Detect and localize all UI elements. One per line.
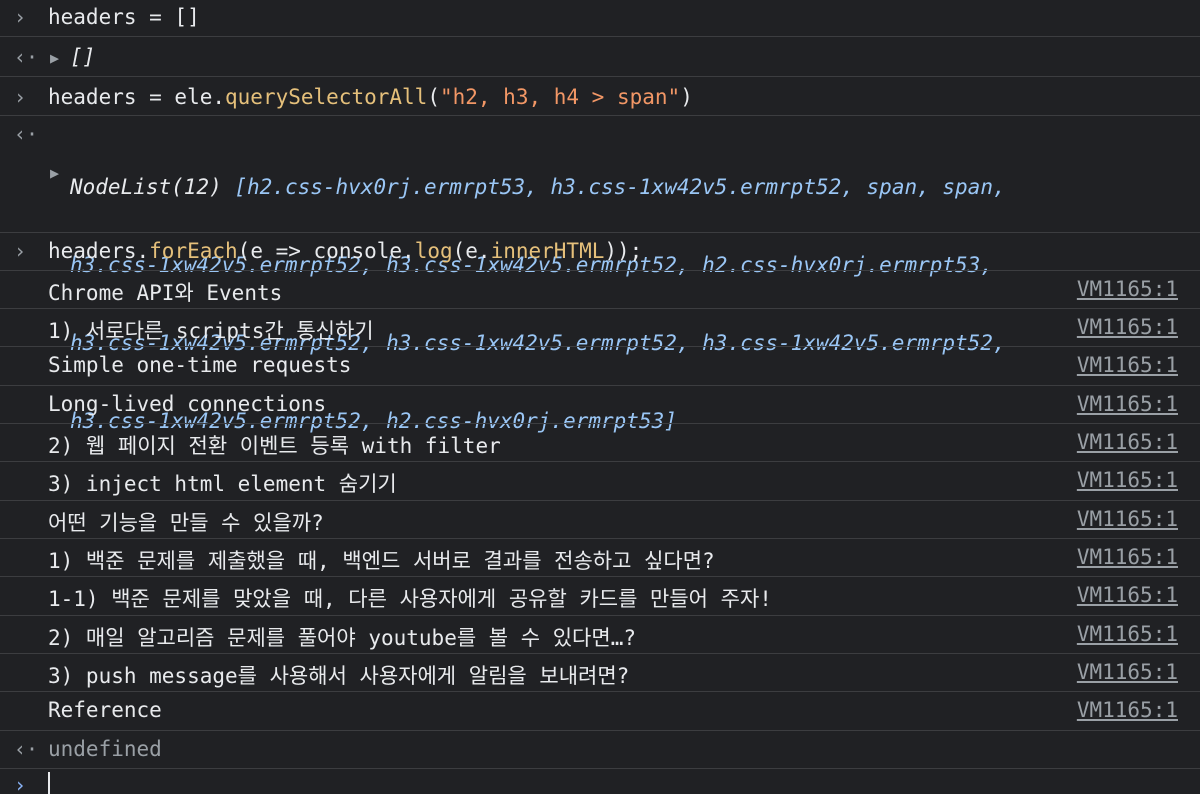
log-row: Chrome API와 Events VM1165:1: [0, 271, 1200, 309]
result-value[interactable]: []: [70, 45, 95, 69]
log-message: 1) 서로다른 scripts간 통신하기: [48, 319, 374, 343]
log-row: 2) 매일 알고리즘 문제를 풀어야 youtube를 볼 수 있다면…? VM…: [0, 616, 1200, 654]
log-source-link[interactable]: VM1165:1: [1077, 660, 1178, 684]
log-row: 2) 웹 페이지 전환 이벤트 등록 with filter VM1165:1: [0, 424, 1200, 462]
log-source-link[interactable]: VM1165:1: [1077, 545, 1178, 569]
input-prompt-icon: ›: [14, 85, 27, 109]
log-row: 3) push message를 사용해서 사용자에게 알림을 보내려면? VM…: [0, 654, 1200, 692]
log-message: 어떤 기능을 만들 수 있을까?: [48, 511, 324, 535]
console-input-row: › headers.forEach(e => console.log(e.inn…: [0, 233, 1200, 271]
log-message: 1) 백준 문제를 제출했을 때, 백엔드 서버로 결과를 전송하고 싶다면?: [48, 549, 715, 573]
nodelist-label: NodeList(12): [70, 175, 235, 199]
code-token: (: [427, 85, 440, 109]
result-arrow-icon: ‹·: [14, 45, 39, 69]
property-token: innerHTML: [490, 239, 605, 263]
log-source-link[interactable]: VM1165:1: [1077, 277, 1178, 301]
expand-triangle-icon[interactable]: ▶: [50, 164, 59, 182]
log-message: Chrome API와 Events: [48, 281, 283, 305]
log-source-link[interactable]: VM1165:1: [1077, 353, 1178, 377]
code-token: ));: [604, 239, 643, 263]
log-message: Reference: [48, 698, 162, 722]
input-prompt-icon: ›: [14, 773, 27, 794]
code-token: (e => console.: [237, 239, 415, 263]
log-source-link[interactable]: VM1165:1: [1077, 392, 1178, 416]
log-row: 1) 백준 문제를 제출했을 때, 백엔드 서버로 결과를 전송하고 싶다면? …: [0, 539, 1200, 577]
log-message: Long-lived connections: [48, 392, 327, 416]
console-input-row: › headers = []: [0, 0, 1200, 37]
log-source-link[interactable]: VM1165:1: [1077, 583, 1178, 607]
log-message: 2) 웹 페이지 전환 이벤트 등록 with filter: [48, 434, 501, 458]
console-command[interactable]: headers = []: [48, 5, 200, 29]
method-token: forEach: [149, 239, 238, 263]
log-source-link[interactable]: VM1165:1: [1077, 698, 1178, 722]
console-prompt-row: ›: [0, 769, 1200, 794]
log-message: Simple one-time requests: [48, 353, 352, 377]
log-source-link[interactable]: VM1165:1: [1077, 468, 1178, 492]
code-token: ): [680, 85, 693, 109]
console-result-row: ‹· ▶ []: [0, 37, 1200, 77]
text-caret: [48, 772, 50, 794]
log-source-link[interactable]: VM1165:1: [1077, 622, 1178, 646]
log-row: 어떤 기능을 만들 수 있을까? VM1165:1: [0, 501, 1200, 539]
log-row: 1-1) 백준 문제를 맞았을 때, 다른 사용자에게 공유할 카드를 만들어 …: [0, 577, 1200, 616]
code-token: headers = ele.: [48, 85, 226, 109]
log-message: 3) push message를 사용해서 사용자에게 알림을 보내려면?: [48, 664, 630, 688]
result-arrow-icon: ‹·: [14, 737, 39, 761]
log-row: 3) inject html element 숨기기 VM1165:1: [0, 462, 1200, 501]
result-arrow-icon: ‹·: [14, 122, 39, 146]
log-row: Reference VM1165:1: [0, 692, 1200, 731]
devtools-console: › headers = [] ‹· ▶ [] › headers = ele.q…: [0, 0, 1200, 794]
method-token: log: [414, 239, 453, 263]
log-row: Long-lived connections VM1165:1: [0, 386, 1200, 424]
console-input[interactable]: [48, 771, 50, 794]
console-result-row: ‹· undefined: [0, 731, 1200, 769]
nodelist-result-row: ‹· ▶ NodeList(12) [h2.css-hvx0rj.ermrpt5…: [0, 116, 1200, 433]
console-command[interactable]: headers.forEach(e => console.log(e.inner…: [48, 239, 642, 263]
console-command[interactable]: headers = ele.querySelectorAll("h2, h3, …: [48, 85, 693, 109]
result-value: undefined: [48, 737, 162, 761]
method-token: querySelectorAll: [225, 85, 428, 109]
log-source-link[interactable]: VM1165:1: [1077, 430, 1178, 454]
log-source-link[interactable]: VM1165:1: [1077, 507, 1178, 531]
string-token: "h2, h3, h4 > span": [439, 85, 681, 109]
code-token: headers.: [48, 239, 150, 263]
input-prompt-icon: ›: [14, 5, 27, 29]
log-message: 1-1) 백준 문제를 맞았을 때, 다른 사용자에게 공유할 카드를 만들어 …: [48, 587, 772, 611]
code-token: (e.: [452, 239, 491, 263]
log-row: Simple one-time requests VM1165:1: [0, 347, 1200, 386]
console-input-row: › headers = ele.querySelectorAll("h2, h3…: [0, 77, 1200, 116]
log-source-link[interactable]: VM1165:1: [1077, 315, 1178, 339]
log-message: 3) inject html element 숨기기: [48, 472, 397, 496]
input-prompt-icon: ›: [14, 239, 27, 263]
log-row: 1) 서로다른 scripts간 통신하기 VM1165:1: [0, 309, 1200, 347]
nodelist-line: [h2.css-hvx0rj.ermrpt53, h3.css-1xw42v5.…: [234, 175, 1006, 199]
log-message: 2) 매일 알고리즘 문제를 풀어야 youtube를 볼 수 있다면…?: [48, 626, 636, 650]
expand-triangle-icon[interactable]: ▶: [50, 49, 59, 67]
